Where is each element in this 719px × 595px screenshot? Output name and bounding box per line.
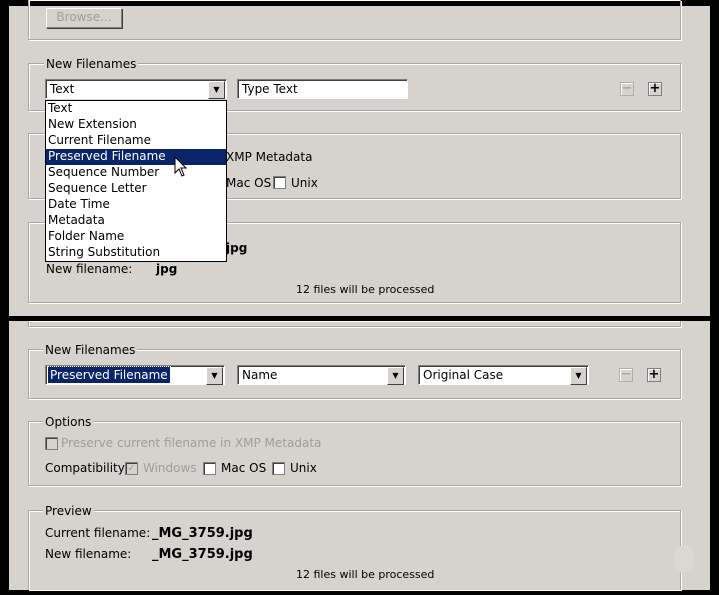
dropdown-option-date-time[interactable]: Date Time <box>46 197 226 213</box>
dropdown-option-sequence-number[interactable]: Sequence Number <box>46 165 226 181</box>
frame-right <box>710 0 719 595</box>
chevron-down-icon[interactable]: ▼ <box>208 81 225 99</box>
top-unix-checkbox[interactable] <box>273 176 286 189</box>
new-filename-value: _MG_3759.jpg <box>152 547 253 562</box>
bottom-field3-value: Original Case <box>423 368 504 382</box>
bottom-field1-value: Preserved Filename <box>47 366 171 384</box>
top-files-processed: 12 files will be processed <box>296 283 435 296</box>
top-unix-label: Unix <box>291 176 318 190</box>
top-new-filename-label: New filename: <box>46 262 133 276</box>
top-add-button[interactable]: + <box>648 82 662 96</box>
frame-left <box>0 0 9 595</box>
top-field1-select[interactable]: Text ▼ <box>45 79 227 99</box>
mouse-cursor-icon <box>174 156 188 177</box>
dropdown-option-string-substitution[interactable]: String Substitution <box>46 245 226 261</box>
top-source-group <box>28 0 681 40</box>
macos-label: Mac OS <box>221 461 267 475</box>
windows-checkbox[interactable]: ✓ <box>125 462 138 475</box>
bottom-remove-button[interactable]: − <box>619 368 633 382</box>
top-new-filenames-legend: New Filenames <box>44 57 139 71</box>
top-type-text-input[interactable]: Type Text <box>237 79 408 99</box>
field-type-dropdown-list[interactable]: Text New Extension Current Filename Pres… <box>45 100 227 262</box>
dropdown-option-metadata[interactable]: Metadata <box>46 213 226 229</box>
bottom-options-group <box>28 421 681 486</box>
chevron-down-icon[interactable]: ▼ <box>570 367 587 385</box>
bottom-options-legend: Options <box>43 415 94 429</box>
new-filename-label: New filename: <box>45 547 132 561</box>
chevron-down-icon[interactable]: ▼ <box>387 367 404 385</box>
dropdown-option-preserved-filename[interactable]: Preserved Filename <box>46 149 226 165</box>
macos-checkbox[interactable] <box>203 462 216 475</box>
unix-checkbox[interactable] <box>272 462 285 475</box>
top-new-filename-value: jpg <box>156 262 178 276</box>
frame-bottom <box>0 590 719 595</box>
unix-label: Unix <box>290 461 317 475</box>
dropdown-option-sequence-letter[interactable]: Sequence Letter <box>46 181 226 197</box>
dropdown-option-new-extension[interactable]: New Extension <box>46 117 226 133</box>
chevron-down-icon[interactable]: ▼ <box>206 367 223 385</box>
bottom-add-button[interactable]: + <box>647 368 661 382</box>
top-macos-label: Mac OS <box>226 176 272 190</box>
bottom-field2-value: Name <box>242 368 278 382</box>
dropdown-option-text[interactable]: Text <box>46 101 226 117</box>
windows-label: Windows <box>143 461 197 475</box>
dropdown-option-current-filename[interactable]: Current Filename <box>46 133 226 149</box>
bottom-field1-select[interactable]: Preserved Filename ▼ <box>45 365 225 385</box>
bottom-top-edge-group <box>28 321 681 327</box>
bottom-new-filenames-legend: New Filenames <box>43 343 138 357</box>
watermark-icon <box>674 545 694 573</box>
bottom-files-processed: 12 files will be processed <box>296 568 435 581</box>
bottom-field3-select[interactable]: Original Case ▼ <box>418 365 589 385</box>
current-filename-value: _MG_3759.jpg <box>152 526 253 541</box>
compatibility-label: Compatibility: <box>45 461 129 475</box>
preserve-xmp-checkbox[interactable] <box>45 437 58 450</box>
bottom-field2-select[interactable]: Name ▼ <box>237 365 406 385</box>
preserve-xmp-label: Preserve current filename in XMP Metadat… <box>61 436 322 450</box>
browse-button[interactable]: Browse... <box>46 8 122 28</box>
bottom-preview-legend: Preview <box>43 504 94 518</box>
current-filename-label: Current filename: <box>45 526 151 540</box>
top-xmp-label: XMP Metadata <box>226 150 313 164</box>
top-remove-button[interactable]: − <box>620 82 634 96</box>
top-field1-value: Text <box>50 82 75 96</box>
dropdown-option-folder-name[interactable]: Folder Name <box>46 229 226 245</box>
top-current-filename-value: jpg <box>226 241 248 255</box>
